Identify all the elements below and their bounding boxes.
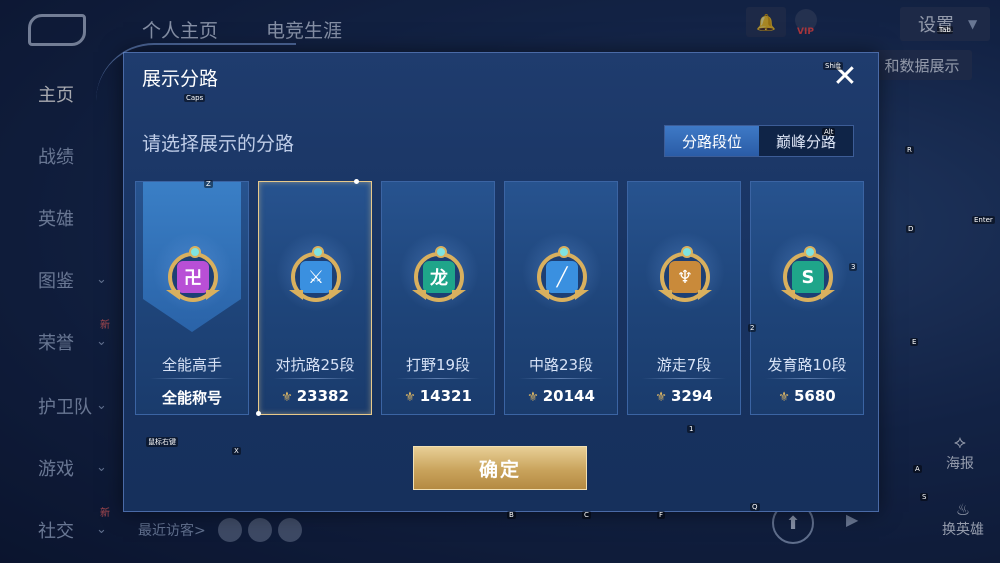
lane-power: ⚜ 20144 (505, 387, 617, 405)
lane-name: 中路23段 (528, 356, 594, 374)
key-hint-q: Q (750, 503, 760, 511)
key-hint-e: E (910, 338, 919, 346)
gem-icon (312, 246, 324, 258)
lane-card[interactable]: 龙打野19段 ⚜ 14321 (381, 181, 495, 415)
key-hint-2: 2 (748, 324, 757, 332)
lane-glyph-icon: ╱ (546, 261, 578, 293)
gem-icon (804, 246, 816, 258)
power-icon: ⚜ (527, 390, 539, 405)
lane-power-value: 23382 (296, 387, 349, 405)
dialog-title: 展示分路 (142, 68, 219, 90)
lane-power-value: 20144 (542, 387, 595, 405)
lane-card[interactable]: ⚔ 对抗路25段 ⚜ 23382 (256, 179, 372, 416)
tab-peak-lane[interactable]: 巅峰分路 (759, 126, 853, 156)
lane-glyph-icon: 卍 (177, 261, 209, 293)
rank-emblem-icon: ♆ (658, 246, 712, 302)
key-hint-f: F (657, 511, 666, 519)
divider (273, 378, 357, 379)
confirm-button[interactable]: 确定 (413, 446, 587, 490)
lane-card[interactable]: 卍全能高手 全能称号 (135, 181, 249, 415)
power-icon: ⚜ (281, 390, 293, 405)
dialog-subtitle: 请选择展示的分路 (142, 133, 295, 155)
lane-power-value: 3294 (670, 387, 713, 405)
rank-emblem-icon: 卍 (166, 246, 220, 302)
gem-icon (558, 246, 570, 258)
key-hint-3: 3 (849, 263, 858, 271)
lane-card[interactable]: ♆ 游走7段 ⚜ 3294 (627, 181, 741, 415)
key-hint-c: C (582, 511, 591, 519)
rank-emblem-icon: ╱ (535, 246, 589, 302)
lane-power: ⚜ 5680 (751, 387, 863, 405)
lane-power: ⚜ 23382 (259, 387, 371, 405)
power-icon: ⚜ (778, 390, 790, 405)
key-hint-caps: Caps (184, 94, 206, 102)
power-icon: ⚜ (404, 390, 416, 405)
gem-icon (681, 246, 693, 258)
divider (519, 378, 603, 379)
lane-name: 发育路10段 (767, 356, 847, 374)
lane-power-value: 14321 (419, 387, 472, 405)
key-hint-mouse-right: 鼠标右键 (146, 437, 178, 447)
lane-power: ⚜ 3294 (628, 387, 740, 405)
divider (642, 378, 726, 379)
key-hint-x: X (232, 447, 241, 455)
lane-power-value: 5680 (793, 387, 836, 405)
key-hint-tab: Tab (937, 26, 953, 34)
key-hint-b: B (507, 511, 516, 519)
key-hint-s: S (920, 493, 929, 501)
gem-icon (435, 246, 447, 258)
key-hint-1: 1 (687, 425, 696, 433)
lane-glyph-icon: S (792, 261, 824, 293)
lane-glyph-icon: ⚔ (300, 261, 332, 293)
lane-name: 对抗路25段 (275, 356, 355, 374)
lane-cards: 卍全能高手 全能称号 ⚔ 对抗路25段 ⚜ 23382 龙打野19段 ⚜ 14321 ╱ 中路23段… (135, 179, 867, 417)
key-hint-a: A (913, 465, 922, 473)
selection-dot (256, 411, 261, 416)
power-icon: ⚜ (655, 390, 667, 405)
lane-display-dialog: 展示分路 ✕ 请选择展示的分路 分路段位 巅峰分路 卍全能高手 全能称号 ⚔ 对抗路2… (96, 43, 879, 512)
divider (150, 378, 234, 379)
lane-name: 游走7段 (656, 356, 712, 374)
rank-emblem-icon: 龙 (412, 246, 466, 302)
key-hint-r: R (905, 146, 914, 154)
key-hint-enter: Enter (972, 216, 995, 224)
lane-card[interactable]: S 发育路10段 ⚜ 5680 (750, 181, 864, 415)
key-hint-d: D (906, 225, 916, 233)
lane-name: 打野19段 (405, 356, 471, 374)
lane-glyph-icon: 龙 (423, 261, 455, 293)
lane-power-value: 全能称号 (161, 389, 222, 407)
lane-card[interactable]: ╱ 中路23段 ⚜ 20144 (504, 181, 618, 415)
divider (396, 378, 480, 379)
rank-emblem-icon: S (781, 246, 835, 302)
lane-glyph-icon: ♆ (669, 261, 701, 293)
key-hint-shift: Shift (823, 62, 843, 70)
key-hint-z: Z (204, 180, 213, 188)
tab-lane-rank[interactable]: 分路段位 (665, 126, 759, 156)
key-hint-alt: Alt (822, 128, 836, 136)
lane-power: ⚜ 14321 (382, 387, 494, 405)
lane-power: 全能称号 (136, 387, 248, 408)
gem-icon (189, 246, 201, 258)
lane-name: 全能高手 (161, 356, 222, 374)
divider (765, 378, 849, 379)
rank-emblem-icon: ⚔ (289, 246, 343, 302)
selection-dot (354, 179, 359, 184)
